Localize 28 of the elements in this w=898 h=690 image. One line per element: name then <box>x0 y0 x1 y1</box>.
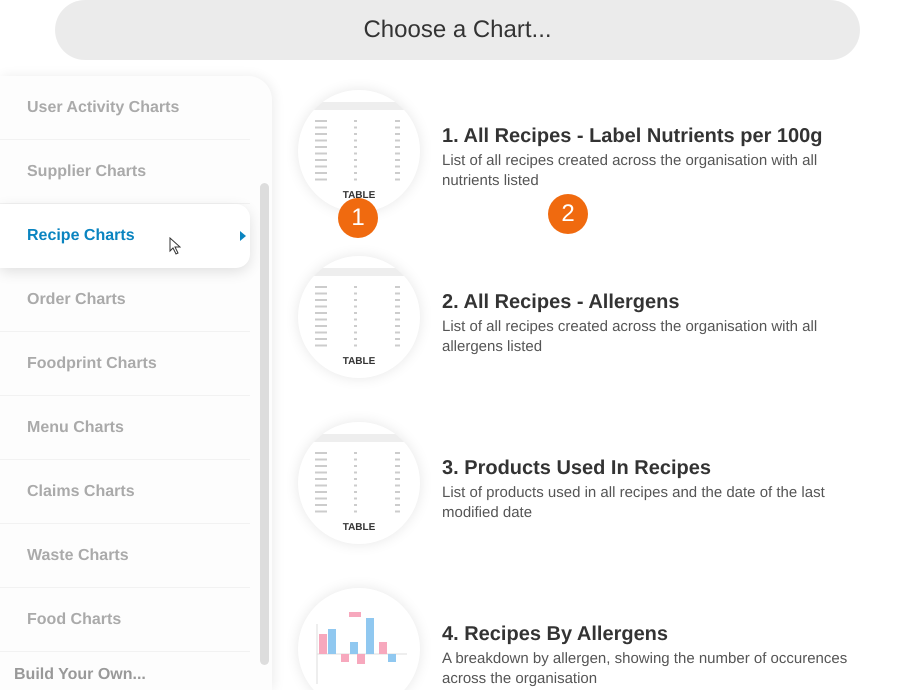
chart-thumbnail[interactable]: TABLE <box>298 256 420 378</box>
category-item[interactable]: User Activity Charts <box>0 76 250 140</box>
category-item[interactable]: Foodprint Charts <box>0 332 250 396</box>
mouse-cursor-icon <box>169 237 181 255</box>
category-item[interactable]: Recipe Charts <box>0 204 250 268</box>
category-item[interactable]: Claims Charts <box>0 460 250 524</box>
thumbnail-label: TABLE <box>342 522 376 532</box>
chart-description: A breakdown by allergen, showing the number of occurences across the organisation <box>442 649 848 689</box>
step-marker: 1 <box>338 198 378 238</box>
caret-icon <box>240 231 246 241</box>
chart-description: List of products used in all recipes and the date of the last modified date <box>442 483 826 523</box>
category-item[interactable]: Menu Charts <box>0 396 250 460</box>
scrollbar[interactable] <box>260 183 269 665</box>
thumbnail-label: TABLE <box>342 356 376 366</box>
chart-title[interactable]: 3. Products Used In Recipes <box>442 457 867 480</box>
step-marker: 2 <box>548 194 588 234</box>
header-title: Choose a Chart... <box>363 16 552 44</box>
build-your-own-link[interactable]: Build Your Own... <box>0 652 272 684</box>
chart-description: List of all recipes created across the organisation with all nutrients listed <box>442 151 818 191</box>
thumbnail-label: TABLE <box>342 190 376 200</box>
category-item[interactable]: Waste Charts <box>0 524 250 588</box>
chart-title[interactable]: 1. All Recipes - Label Nutrients per 100g <box>442 125 867 148</box>
chart-title[interactable]: 2. All Recipes - Allergens <box>442 291 867 314</box>
chart-thumbnail[interactable]: TABLE <box>298 422 420 544</box>
category-item[interactable]: Food Charts <box>0 588 250 652</box>
category-item[interactable]: Order Charts <box>0 268 250 332</box>
chart-title[interactable]: 4. Recipes By Allergens <box>442 623 867 646</box>
chart-description: List of all recipes created across the organisation with all allergens listed <box>442 317 818 357</box>
